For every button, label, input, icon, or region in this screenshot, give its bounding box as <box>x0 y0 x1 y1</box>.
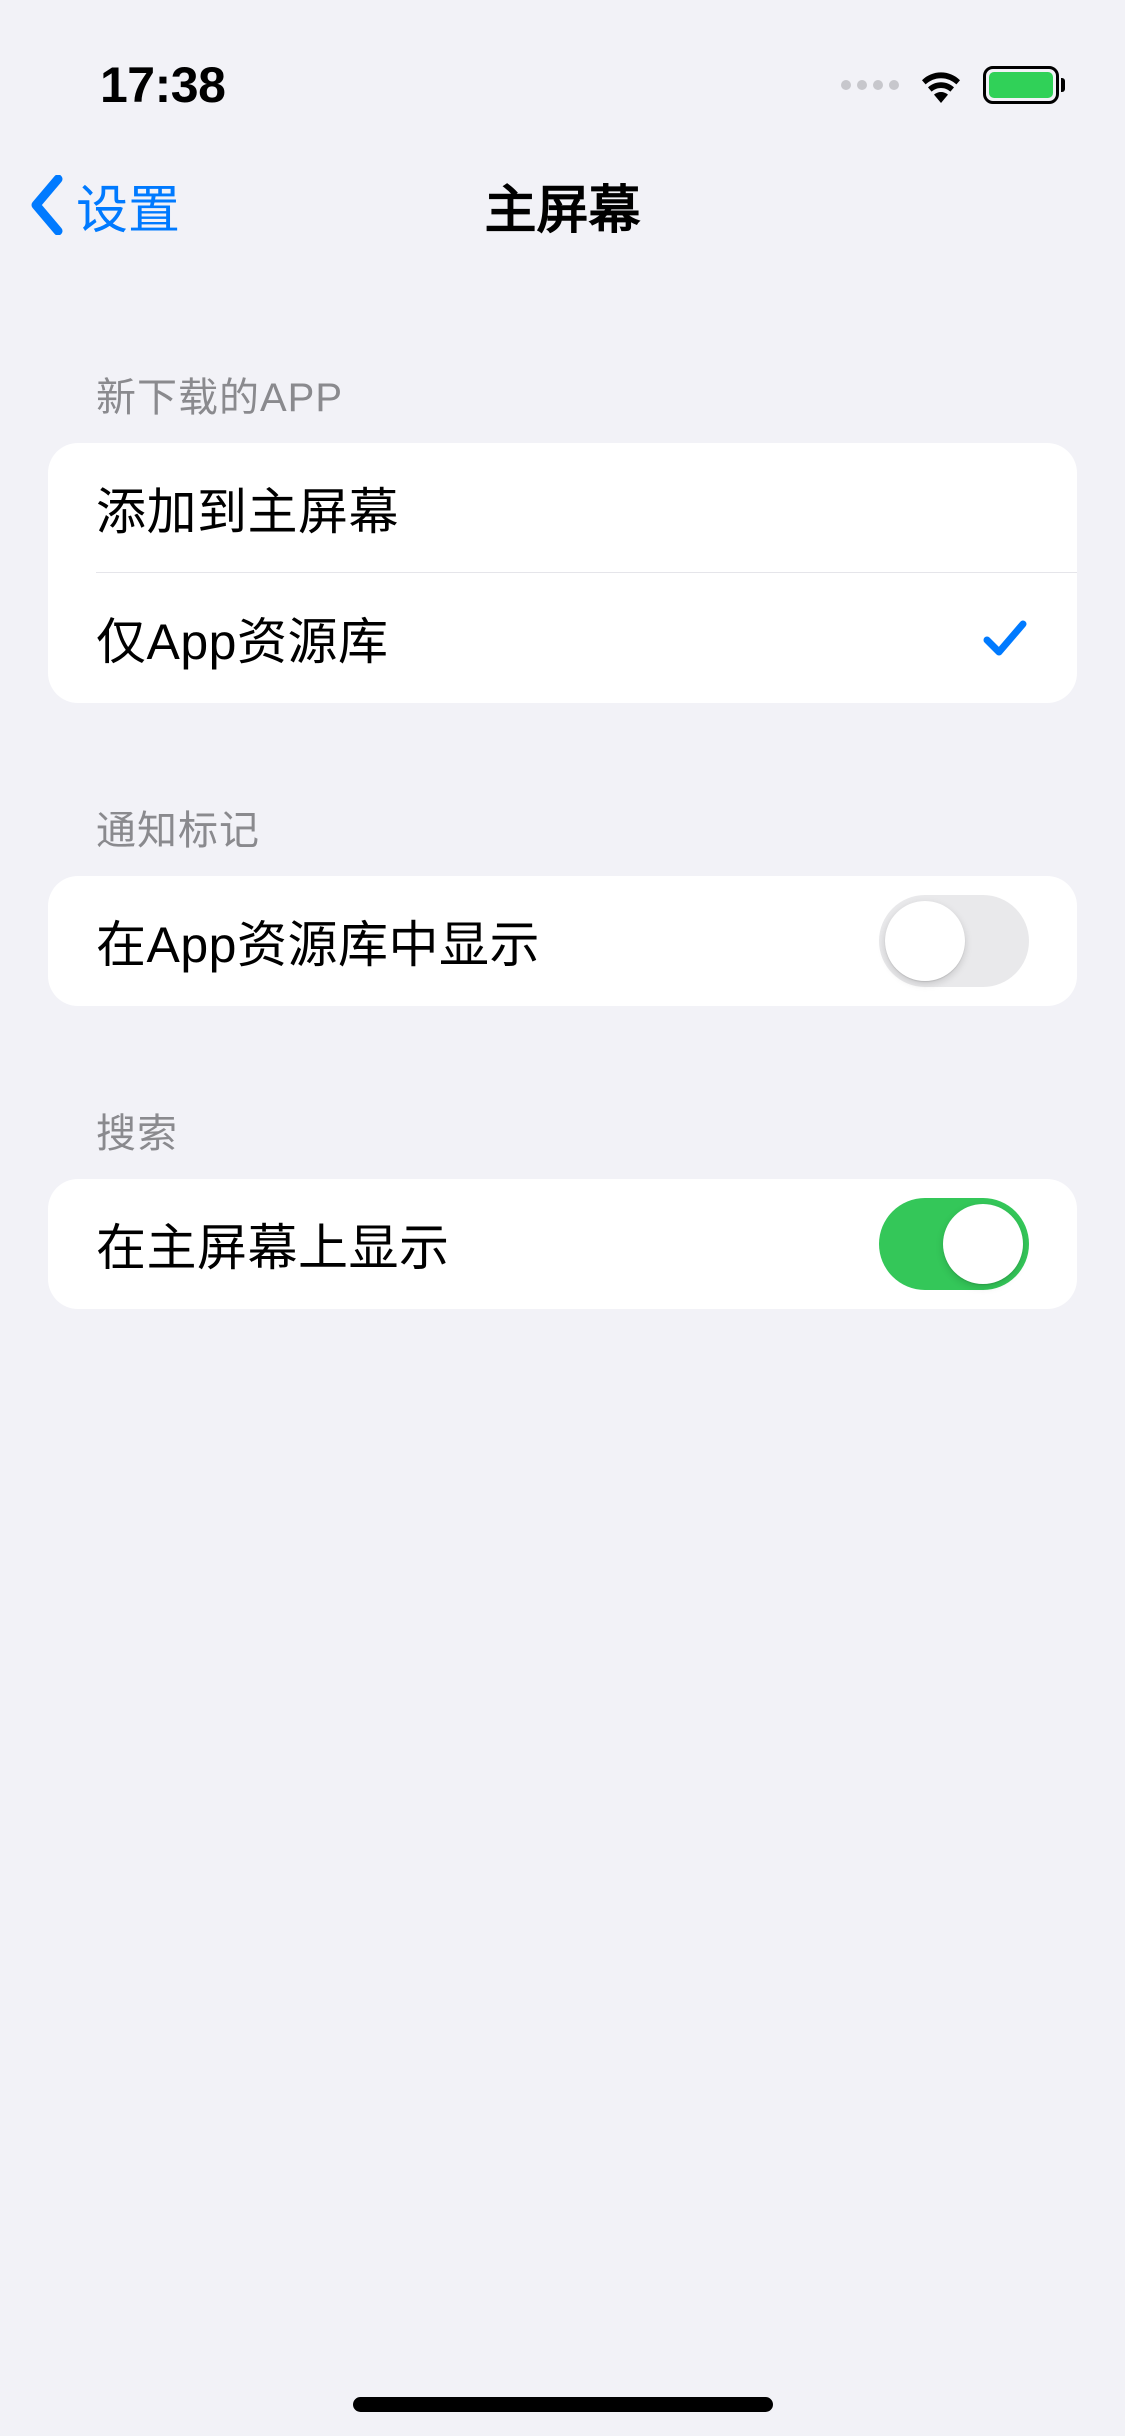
back-button[interactable]: 设置 <box>30 168 180 243</box>
row-show-in-app-library: 在App资源库中显示 <box>48 876 1077 1006</box>
toggle-show-on-home-screen[interactable] <box>879 1198 1029 1290</box>
section-group: 在主屏幕上显示 <box>48 1179 1077 1309</box>
row-label: 在主屏幕上显示 <box>96 1208 450 1280</box>
option-app-library-only[interactable]: 仅App资源库 <box>48 573 1077 703</box>
option-label: 添加到主屏幕 <box>96 472 399 544</box>
section-header: 新下载的APP <box>48 365 1077 443</box>
navigation-bar: 设置 主屏幕 <box>0 140 1125 270</box>
checkmark-icon <box>981 614 1029 662</box>
option-add-to-home[interactable]: 添加到主屏幕 <box>48 443 1077 573</box>
settings-content: 新下载的APP 添加到主屏幕 仅App资源库 通知标记 在App资源库中显示 <box>0 365 1125 1309</box>
cellular-signal-icon <box>841 80 899 90</box>
row-show-on-home-screen: 在主屏幕上显示 <box>48 1179 1077 1309</box>
status-bar: 17:38 <box>0 0 1125 140</box>
section-search: 搜索 在主屏幕上显示 <box>48 1101 1077 1309</box>
chevron-left-icon <box>30 175 66 235</box>
battery-icon <box>983 66 1065 104</box>
option-label: 仅App资源库 <box>96 602 388 674</box>
section-header: 搜索 <box>48 1101 1077 1179</box>
row-label: 在App资源库中显示 <box>96 905 540 977</box>
wifi-icon <box>917 67 965 103</box>
section-new-downloads: 新下载的APP 添加到主屏幕 仅App资源库 <box>48 365 1077 703</box>
section-header: 通知标记 <box>48 798 1077 876</box>
section-group: 在App资源库中显示 <box>48 876 1077 1006</box>
section-group: 添加到主屏幕 仅App资源库 <box>48 443 1077 703</box>
status-time: 17:38 <box>100 56 225 114</box>
home-indicator[interactable] <box>353 2397 773 2412</box>
page-title: 主屏幕 <box>484 168 640 243</box>
toggle-show-in-app-library[interactable] <box>879 895 1029 987</box>
section-notification-badges: 通知标记 在App资源库中显示 <box>48 798 1077 1006</box>
back-label: 设置 <box>76 168 180 243</box>
status-indicators <box>841 66 1065 104</box>
